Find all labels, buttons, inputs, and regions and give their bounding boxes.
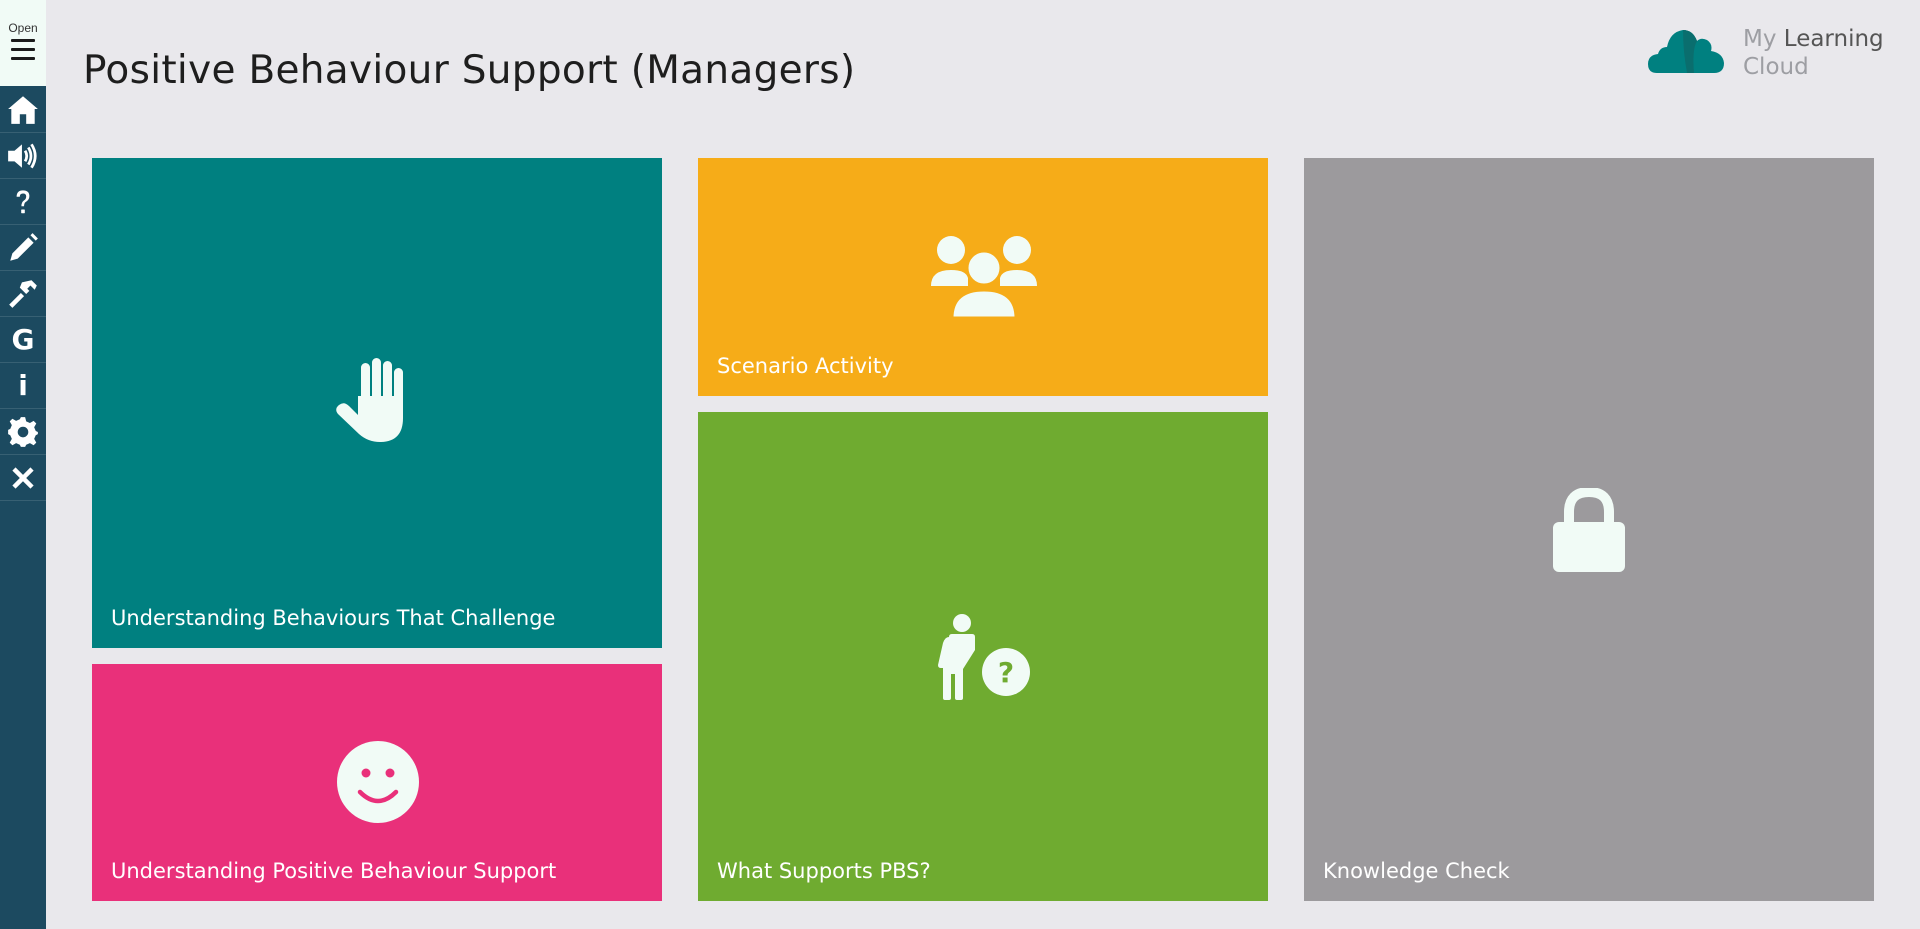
- tile-label: What Supports PBS?: [717, 859, 931, 883]
- settings-button[interactable]: [0, 409, 46, 455]
- group-icon: [931, 234, 1037, 320]
- menu-toggle-label: Open: [8, 21, 38, 35]
- pencil-icon: [10, 232, 38, 261]
- notes-button[interactable]: [0, 225, 46, 271]
- hand-icon: [334, 358, 416, 444]
- person-question-icon: ?: [937, 614, 1033, 700]
- sidebar: Open G i: [0, 0, 46, 929]
- tile-what-supports-pbs[interactable]: ? What Supports PBS?: [698, 412, 1268, 901]
- tile-knowledge-check[interactable]: Knowledge Check: [1304, 158, 1874, 901]
- smiley-icon: [336, 740, 420, 824]
- info-button[interactable]: i: [0, 363, 46, 409]
- lock-icon: [1553, 486, 1625, 572]
- tile-label: Scenario Activity: [717, 354, 894, 378]
- glossary-button[interactable]: G: [0, 317, 46, 363]
- tile-label: Knowledge Check: [1323, 859, 1510, 883]
- question-icon: [16, 189, 30, 213]
- logo-text-cloud: Cloud: [1743, 54, 1809, 80]
- help-button[interactable]: [0, 179, 46, 225]
- tile-label: Understanding Positive Behaviour Support: [111, 859, 557, 883]
- gear-icon: [8, 416, 38, 447]
- tile-understanding-behaviours[interactable]: Understanding Behaviours That Challenge: [92, 158, 662, 648]
- hamburger-icon: [11, 39, 35, 61]
- tile-label: Understanding Behaviours That Challenge: [111, 606, 556, 630]
- home-button[interactable]: [0, 87, 46, 133]
- tile-scenario-activity[interactable]: Scenario Activity: [698, 158, 1268, 396]
- cloud-icon: [1648, 30, 1724, 73]
- page-title: Positive Behaviour Support (Managers): [83, 48, 856, 93]
- logo: My Learning Cloud: [1647, 25, 1887, 85]
- tools-button[interactable]: [0, 271, 46, 317]
- g-icon: G: [11, 322, 35, 356]
- home-icon: [8, 95, 38, 124]
- logo-text: My Learning Cloud: [1743, 25, 1884, 81]
- speaker-icon: [8, 143, 37, 168]
- logo-text-learning: Learning: [1783, 26, 1884, 52]
- audio-button[interactable]: [0, 133, 46, 179]
- svg-text:?: ?: [998, 656, 1014, 689]
- logo-text-my: My: [1743, 26, 1777, 52]
- menu-toggle-button[interactable]: Open: [0, 0, 46, 86]
- hammer-icon: [9, 279, 37, 308]
- info-icon: i: [18, 368, 28, 402]
- close-button[interactable]: [0, 455, 46, 501]
- close-icon: [12, 466, 34, 489]
- tile-understanding-pbs[interactable]: Understanding Positive Behaviour Support: [92, 664, 662, 901]
